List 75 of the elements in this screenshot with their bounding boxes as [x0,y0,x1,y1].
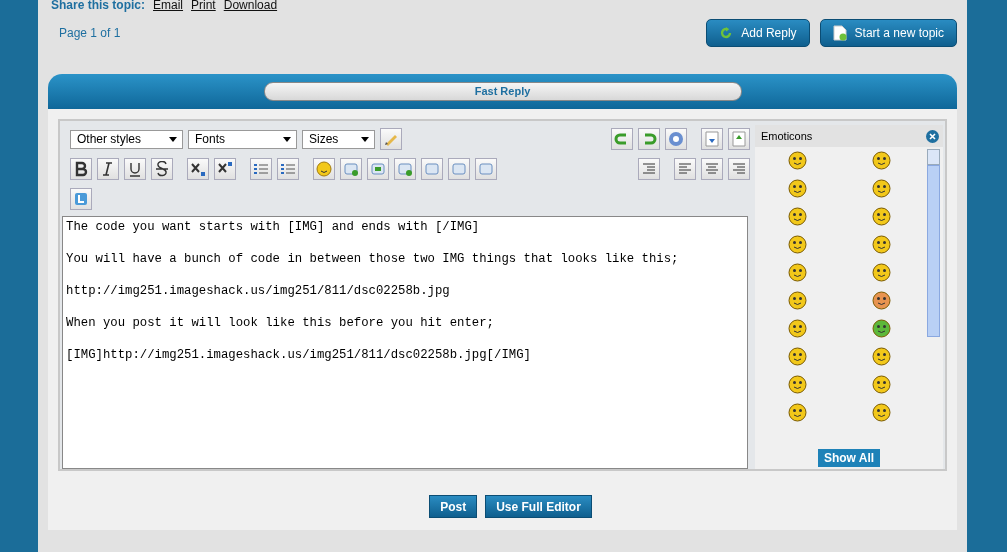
smiley-icon[interactable] [787,319,807,338]
underline-icon [127,161,143,177]
subscript-icon [190,161,206,177]
dropdown-caret-icon [169,136,177,142]
share-label: Share this topic: [51,0,145,10]
subscript-button[interactable] [187,158,209,180]
pagination-text: Page 1 of 1 [59,26,121,40]
share-link[interactable]: Download [223,0,278,10]
align-center-button[interactable] [701,158,723,180]
share-link[interactable]: Print [191,0,216,10]
close-icon[interactable] [926,129,939,143]
superscript-button[interactable] [214,158,236,180]
numbered-list-button[interactable] [277,158,299,180]
action-button[interactable]: Add Reply [706,19,810,47]
indent-icon [641,161,657,177]
smiley-icon[interactable] [787,347,807,366]
dropdown-caret-icon [361,136,369,142]
smiley-icon[interactable] [872,375,892,394]
bullet-list-icon [253,161,269,177]
message-field[interactable]: The code you want starts with [IMG] and ends with [/IMG] You will have a bunch of code in between those two IMG things that looks like this; http://img251.imageshack.us/img251/811/dsc02258b.jpg When you post it will look like this before you hit enter; [IMG]http://img251.imageshack.us/img251/811/dsc02258b.jpg[/IMG] [62,216,748,469]
smiley-button[interactable] [313,158,335,180]
smiley-icon[interactable] [872,235,892,254]
italic-button[interactable] [97,158,119,180]
numbered-list-icon [280,161,296,177]
help-button[interactable] [665,128,687,150]
email-button[interactable] [394,158,416,180]
smiley-icon[interactable] [872,179,892,198]
smiley-icon[interactable] [787,291,807,310]
underline-button[interactable] [124,158,146,180]
smiley-icon[interactable] [787,235,807,254]
strikethrough-button[interactable] [151,158,173,180]
style-dropdown[interactable]: Fonts [188,129,297,149]
link-button[interactable] [340,158,362,180]
new-document-icon [832,25,847,41]
smiley-icon[interactable] [872,319,892,338]
submit-button[interactable]: Post [429,495,478,518]
emoticons-title: Emoticons [761,130,813,142]
align-left-button[interactable] [674,158,696,180]
smiley-icon[interactable] [872,151,892,170]
strikethrough-icon [154,161,170,177]
smiley-icon [316,161,332,177]
smiley-icon[interactable] [872,347,892,366]
share-link[interactable]: Email [153,0,184,10]
smiley-icon[interactable] [787,179,807,198]
align-right-icon [731,161,747,177]
bold-icon [73,161,89,177]
image-icon [370,161,386,177]
smiley-icon[interactable] [787,151,807,170]
smiley-icon[interactable] [872,403,892,422]
bullet-list-button[interactable] [250,158,272,180]
smiley-icon[interactable] [787,263,807,282]
style-dropdown[interactable]: Other styles [70,129,183,149]
dropdown-caret-icon [283,136,291,142]
smiley-icon[interactable] [787,403,807,422]
panel-title: Fast Reply [263,82,742,101]
redo-button[interactable] [638,128,660,150]
smiley-icon[interactable] [872,291,892,310]
align-center-icon [704,161,720,177]
refresh-icon [719,26,734,40]
download-button[interactable] [701,128,723,150]
submit-button[interactable]: Use Full Editor [485,495,592,518]
smiley-icon[interactable] [872,207,892,226]
undo-button[interactable] [611,128,633,150]
align-right-button[interactable] [728,158,750,180]
smiley-icon[interactable] [787,375,807,394]
smiley-icon[interactable] [872,263,892,282]
style-dropdown[interactable]: Sizes [302,129,375,149]
bird-button[interactable] [70,188,92,210]
image-button[interactable] [367,158,389,180]
bold-button[interactable] [70,158,92,180]
indent-button[interactable] [638,158,660,180]
show-all-button[interactable]: Show All [817,449,881,467]
smiley-icon[interactable] [787,207,807,226]
align-left-icon [677,161,693,177]
action-button[interactable]: Start a new topic [819,19,957,47]
